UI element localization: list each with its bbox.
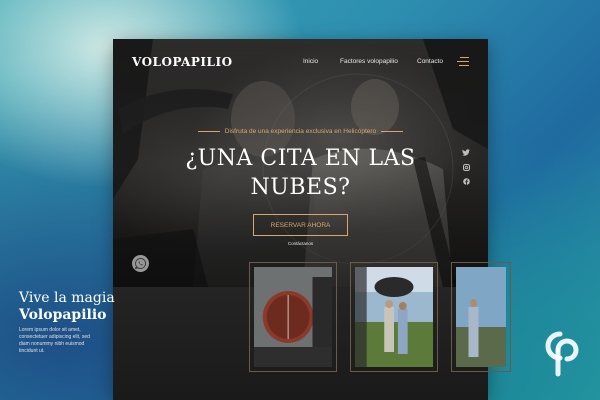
headline-line-2: NUBES?: [250, 175, 351, 200]
headline-line-1: ¿UNA CITA EN LAS: [185, 146, 416, 171]
helicopter-interior-image: [254, 267, 332, 367]
contact-link[interactable]: Contáctanos: [113, 241, 488, 246]
facebook-icon[interactable]: [461, 178, 471, 188]
section-title-line-1: Vive la magia: [19, 290, 115, 306]
nav-link-contacto[interactable]: Contacto: [417, 58, 443, 65]
pilot-photo-image: [456, 267, 506, 367]
nav-link-factores[interactable]: Factores volopapilio: [340, 58, 398, 65]
site-logo[interactable]: VOLOPAPILIO: [132, 55, 233, 69]
section-title: Vive la magia Volopapilio: [19, 290, 115, 324]
tagline-text: Disfruta de una experiencia exclusiva en…: [224, 128, 377, 135]
hero-section: VOLOPAPILIO Inicio Factores volopapilio …: [113, 39, 488, 287]
reservar-ahora-button[interactable]: RESERVAR AHORA: [253, 214, 348, 236]
cp-logo-icon: [538, 328, 582, 383]
section-title-line-2: Volopapilio: [19, 307, 107, 323]
gallery-card-1[interactable]: [249, 262, 337, 372]
twitter-icon[interactable]: [461, 149, 471, 159]
instagram-icon[interactable]: [461, 164, 471, 174]
hero-tagline: Disfruta de una experiencia exclusiva en…: [113, 128, 488, 135]
whatsapp-icon[interactable]: [132, 255, 149, 272]
nav-link-inicio[interactable]: Inicio: [303, 58, 318, 65]
section-body-text: Lorem ipsum dolor sit amet, consectetuer…: [19, 327, 90, 354]
hamburger-menu-icon[interactable]: [457, 57, 469, 67]
hero-headline: ¿UNA CITA EN LAS NUBES?: [113, 144, 488, 202]
gallery-card-3[interactable]: [451, 262, 511, 372]
gallery-card-2[interactable]: [350, 262, 438, 372]
couple-photo-image: [355, 267, 433, 367]
